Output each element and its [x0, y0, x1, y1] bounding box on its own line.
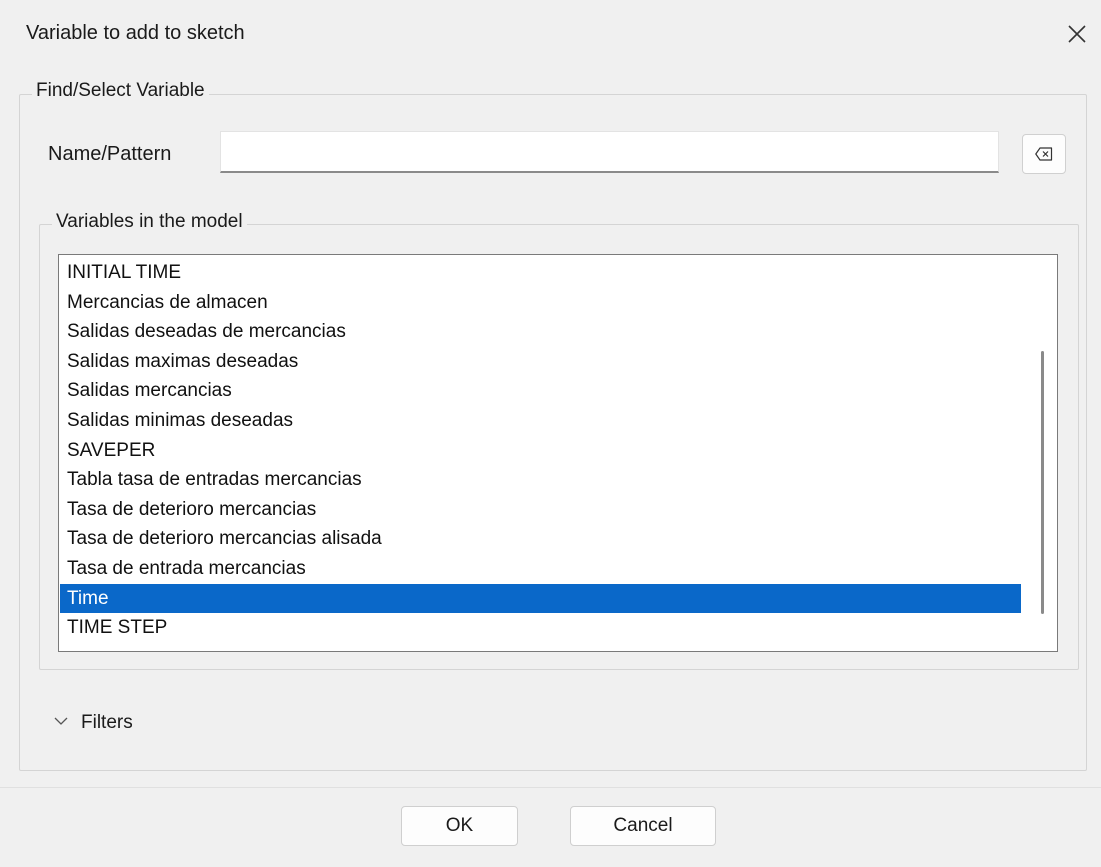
find-select-legend: Find/Select Variable [32, 80, 209, 102]
list-item[interactable]: Salidas maximas deseadas [60, 347, 1021, 376]
list-item[interactable]: SAVEPER [60, 436, 1021, 465]
list-item[interactable]: Salidas minimas deseadas [60, 406, 1021, 435]
list-item[interactable]: Salidas mercancias [60, 376, 1021, 405]
list-item[interactable]: Time [60, 583, 1021, 613]
list-item[interactable]: INITIAL TIME [60, 258, 1021, 287]
backspace-clear-icon [1035, 147, 1053, 161]
list-item[interactable]: TIME STEP [60, 613, 1021, 642]
variables-legend: Variables in the model [52, 211, 247, 233]
close-button[interactable] [1055, 12, 1101, 58]
list-item[interactable]: Tasa de deterioro mercancias alisada [60, 524, 1021, 553]
scrollbar-thumb[interactable] [1041, 351, 1044, 614]
name-pattern-input[interactable] [220, 131, 999, 173]
variables-listbox[interactable]: INITIAL TIME Mercancias de almacen Salidas… [58, 254, 1058, 652]
cancel-button[interactable]: Cancel [570, 806, 716, 846]
list-item[interactable]: Tabla tasa de entradas mercancias [60, 465, 1021, 494]
list-item[interactable]: Mercancias de almacen [60, 288, 1021, 317]
ok-button[interactable]: OK [401, 806, 518, 846]
filters-label: Filters [81, 712, 133, 733]
list-item[interactable]: Salidas deseadas de mercancias [60, 317, 1021, 346]
list-item[interactable]: Tasa de entrada mercancias [60, 554, 1021, 583]
dialog-titlebar: Variable to add to sketch [0, 0, 1101, 80]
chevron-down-icon [54, 717, 68, 725]
name-pattern-label: Name/Pattern [48, 143, 172, 165]
dialog-title: Variable to add to sketch [26, 22, 245, 44]
close-icon [1068, 25, 1086, 43]
clear-input-button[interactable] [1022, 134, 1066, 174]
list-item[interactable]: Tasa de deterioro mercancias [60, 495, 1021, 524]
footer-divider [0, 787, 1101, 788]
